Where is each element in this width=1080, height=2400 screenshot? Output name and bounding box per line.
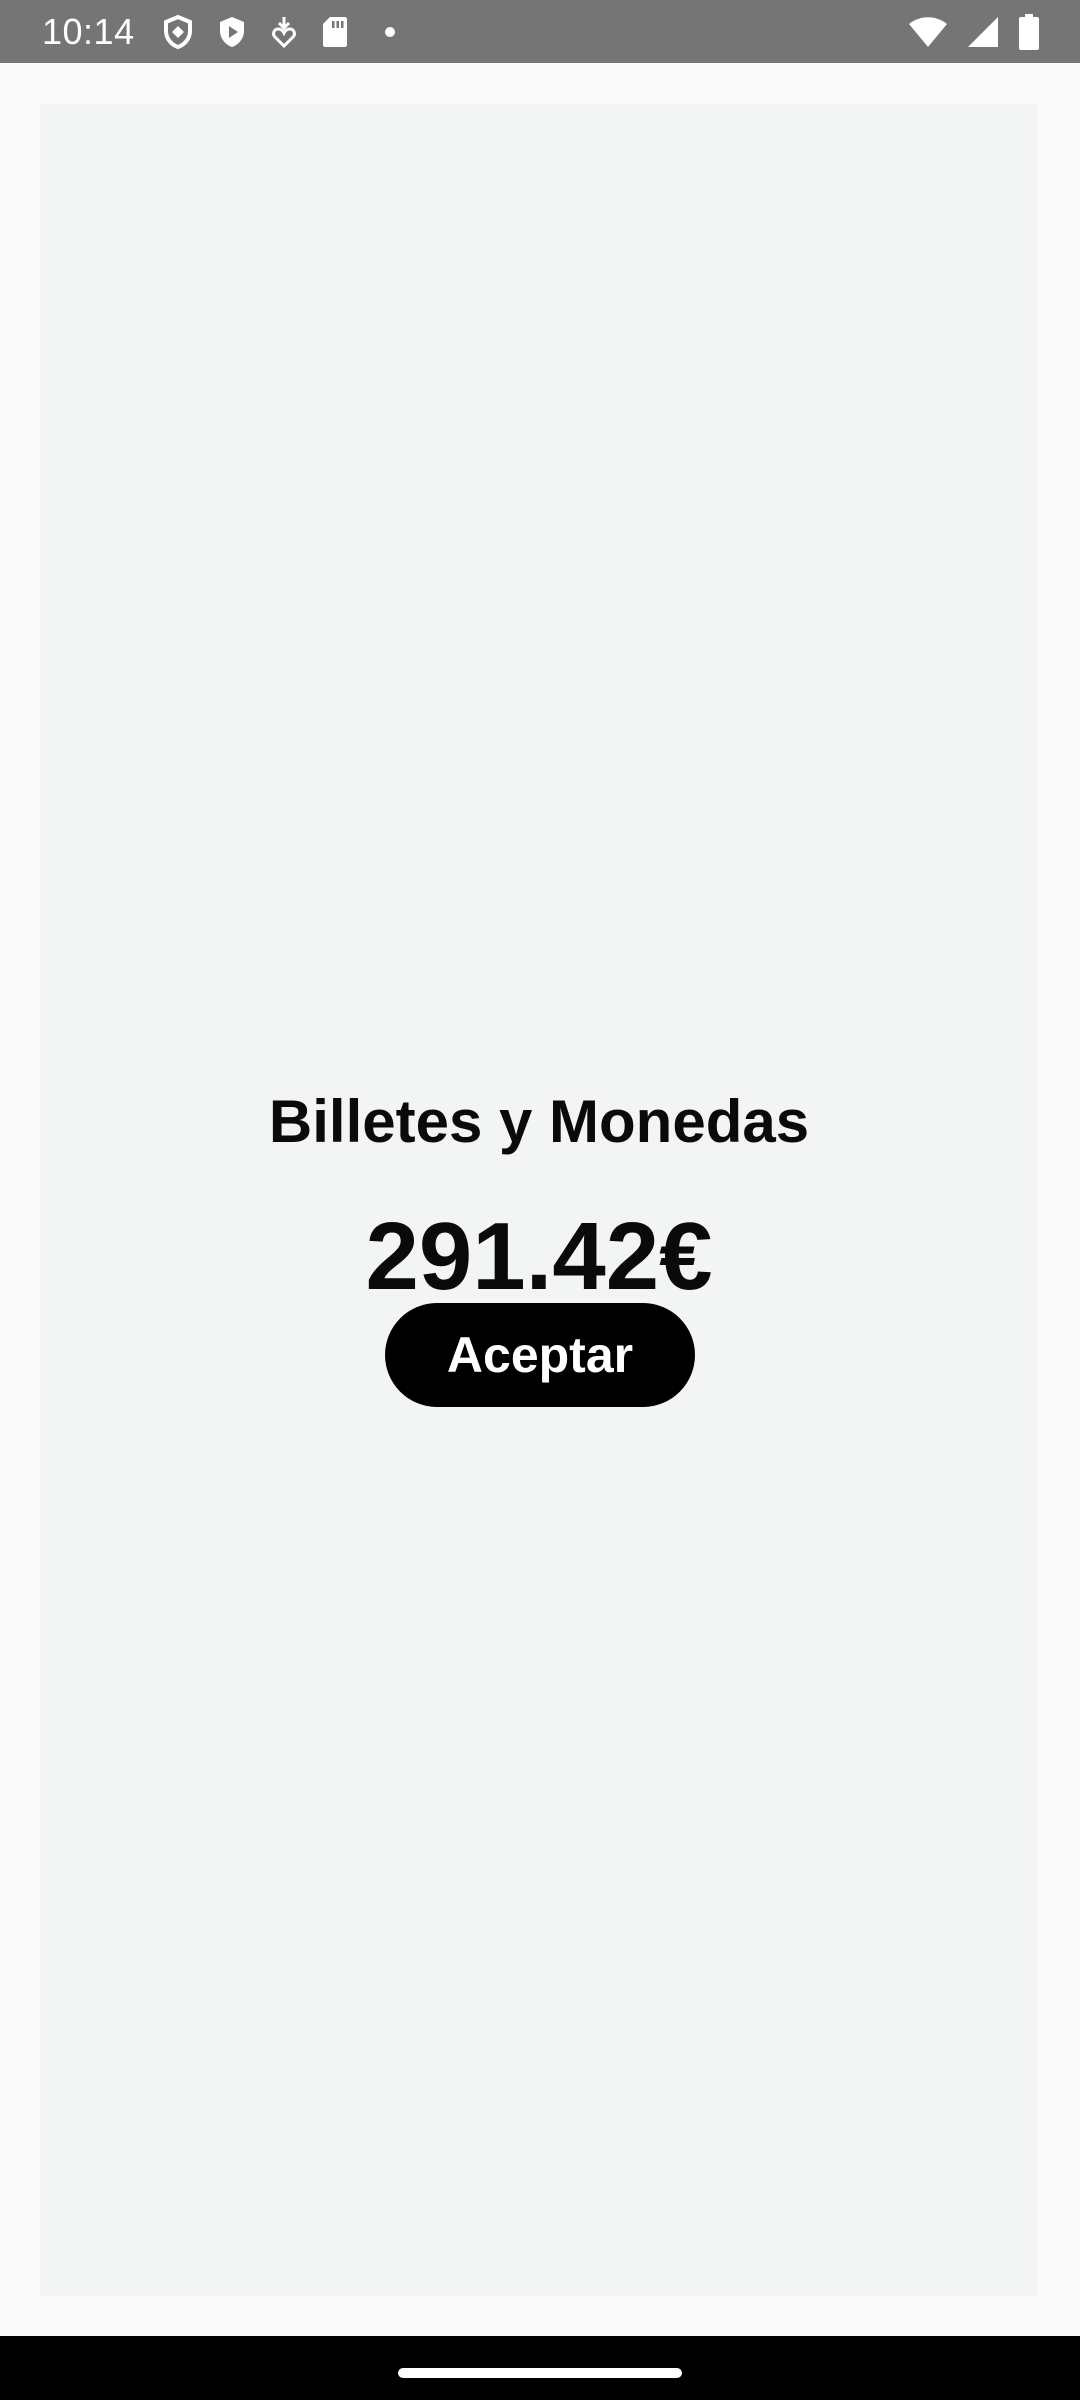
sd-card-icon [321,15,349,49]
total-amount: 291.42€ [365,1203,713,1310]
play-shield-icon [217,15,247,49]
signal-icon [966,15,1000,49]
home-indicator[interactable] [398,2368,682,2378]
dot-icon [373,15,407,49]
status-left: 10:14 [42,11,407,53]
download-heart-icon [271,15,297,49]
status-bar: 10:14 [0,0,1080,63]
status-right [908,13,1040,50]
content-card: Billetes y Monedas 291.42€ Aceptar [40,104,1038,2296]
status-time: 10:14 [42,10,135,52]
shield-outline-icon [163,14,193,49]
navigation-bar [0,2336,1080,2400]
screen: 10:14 Billetes y Monedas 291.42€ Aceptar [0,0,1080,2400]
battery-icon [1018,13,1040,50]
page-title: Billetes y Monedas [268,1088,810,1155]
wifi-icon [908,15,948,49]
accept-button[interactable]: Aceptar [385,1303,695,1407]
